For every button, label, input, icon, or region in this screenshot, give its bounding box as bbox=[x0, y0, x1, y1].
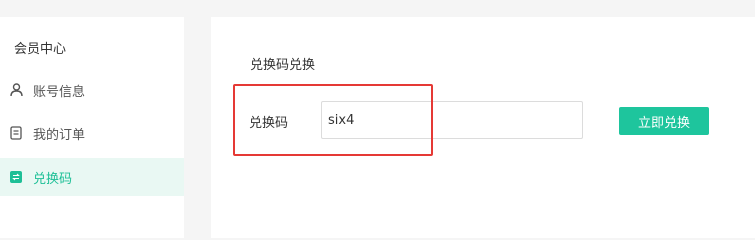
sidebar-item-my-orders[interactable]: 我的订单 bbox=[0, 114, 184, 152]
document-icon bbox=[9, 126, 23, 140]
redeem-now-button[interactable]: 立即兑换 bbox=[619, 107, 709, 135]
user-icon bbox=[9, 83, 23, 97]
redeem-panel: 兑换码兑换 兑换码 立即兑换 bbox=[211, 17, 755, 238]
sidebar-item-label: 我的订单 bbox=[33, 127, 86, 143]
exchange-icon bbox=[9, 170, 23, 184]
redeem-code-input[interactable] bbox=[321, 101, 583, 139]
sidebar: 会员中心 账号信息 我的订单 兑换码 bbox=[0, 17, 184, 238]
sidebar-title: 会员中心 bbox=[14, 42, 67, 57]
sidebar-item-redeem-code[interactable]: 兑换码 bbox=[0, 158, 184, 196]
sidebar-item-label: 账号信息 bbox=[33, 84, 86, 100]
sidebar-item-label: 兑换码 bbox=[33, 171, 73, 187]
sidebar-item-account-info[interactable]: 账号信息 bbox=[0, 71, 184, 109]
redeem-code-label: 兑换码 bbox=[249, 116, 289, 131]
section-title: 兑换码兑换 bbox=[250, 58, 316, 73]
